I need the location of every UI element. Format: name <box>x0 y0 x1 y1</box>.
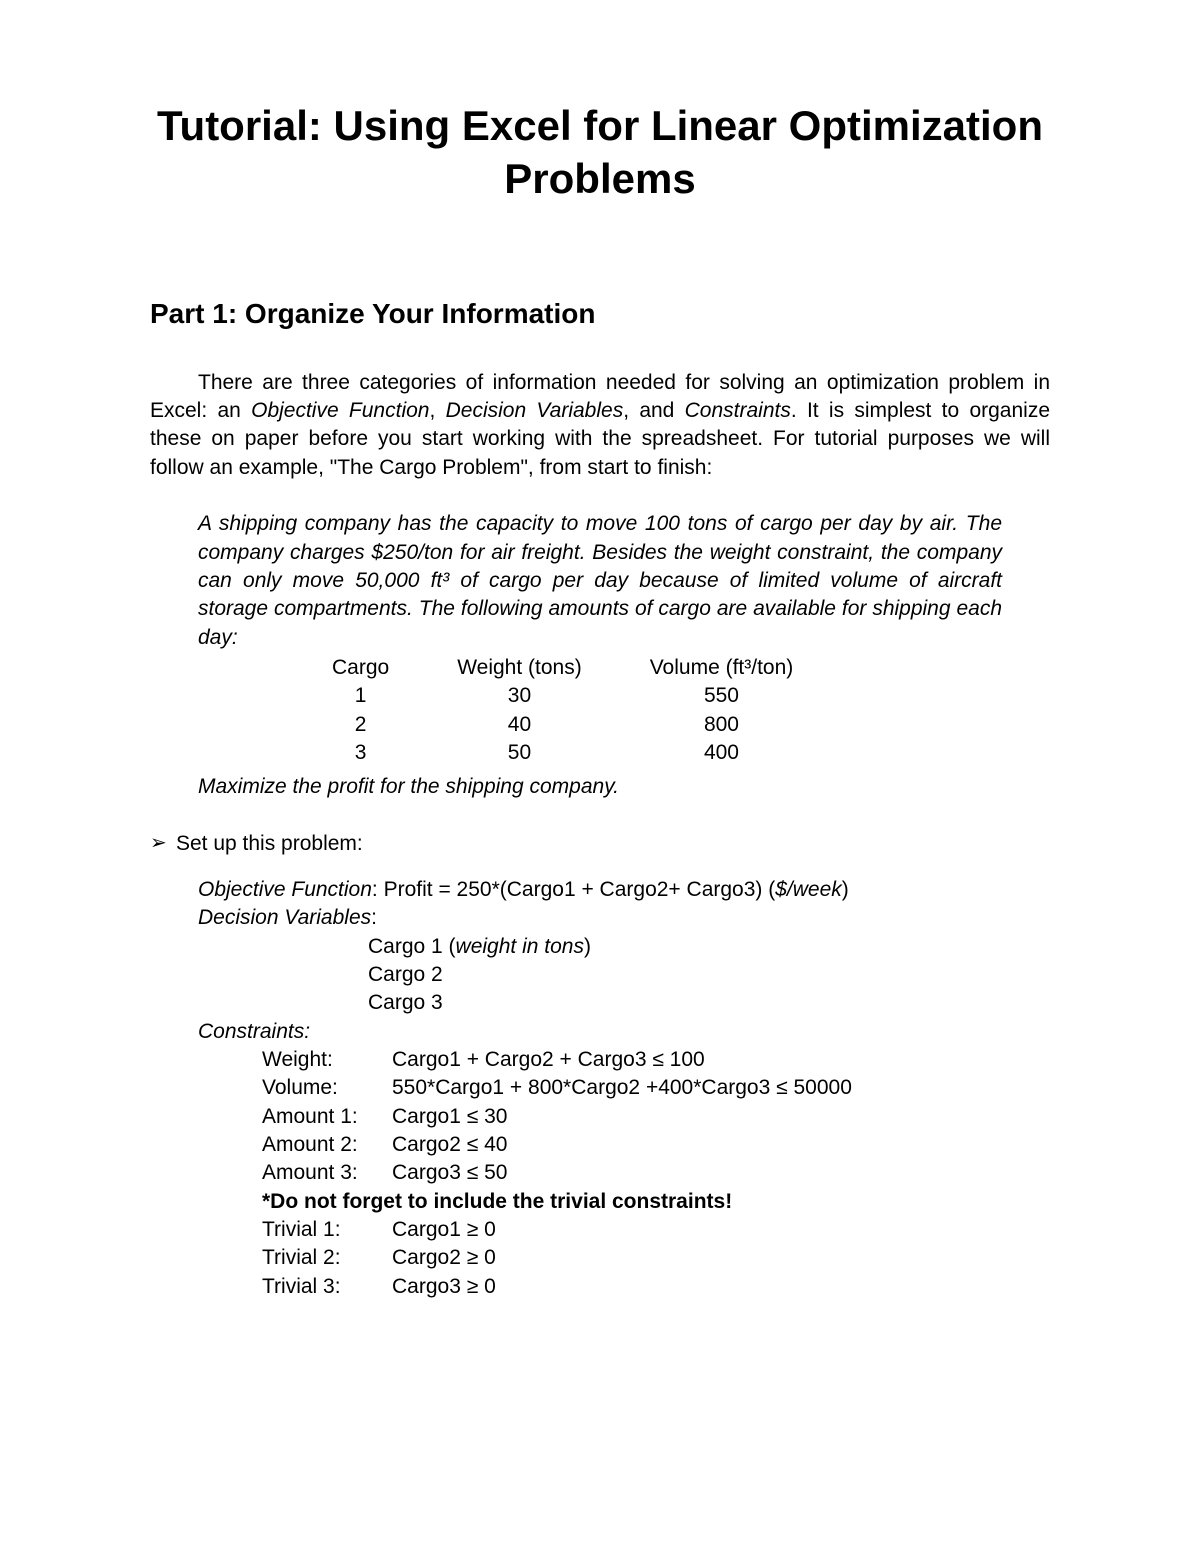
problem-statement: A shipping company has the capacity to m… <box>198 510 1002 767</box>
constraint-row: Amount 3: Cargo3 ≤ 50 <box>262 1159 1050 1187</box>
trivial-reminder: *Do not forget to include the trivial co… <box>262 1188 1050 1216</box>
constraint-row: Weight: Cargo1 + Cargo2 + Cargo3 ≤ 100 <box>262 1046 1050 1074</box>
table-header: Weight (tons) <box>423 654 616 682</box>
constraint-expr: 550*Cargo1 + 800*Cargo2 +400*Cargo3 ≤ 50… <box>392 1074 1050 1102</box>
table-cell: 3 <box>298 739 423 767</box>
intro-paragraph: There are three categories of informatio… <box>150 369 1050 482</box>
section-heading: Part 1: Organize Your Information <box>150 295 1050 333</box>
decision-vars-colon: : <box>371 906 377 929</box>
decision-var-3: Cargo 3 <box>368 989 1050 1017</box>
table-row: 2 40 800 <box>298 711 827 739</box>
objective-sep: : <box>372 878 384 901</box>
constraint-expr: Cargo3 ≥ 0 <box>392 1273 1050 1301</box>
decision-vars-label: Decision Variables <box>198 906 371 929</box>
table-header: Cargo <box>298 654 423 682</box>
constraint-expr: Cargo2 ≤ 40 <box>392 1131 1050 1159</box>
maximize-text: Maximize the profit for the shipping com… <box>198 773 1050 801</box>
arrow-bullet-icon: ➢ <box>150 830 176 857</box>
dv1-em: weight in tons <box>456 935 584 958</box>
constraint-name: Amount 2: <box>262 1131 392 1159</box>
constraint-row: Trivial 3: Cargo3 ≥ 0 <box>262 1273 1050 1301</box>
constraint-name: Weight: <box>262 1046 392 1074</box>
trivial-constraints-list: Trivial 1: Cargo1 ≥ 0 Trivial 2: Cargo2 … <box>262 1216 1050 1301</box>
table-cell: 2 <box>298 711 423 739</box>
table-cell: 30 <box>423 682 616 710</box>
constraint-name: Volume: <box>262 1074 392 1102</box>
cargo-table: Cargo Weight (tons) Volume (ft³/ton) 1 3… <box>298 654 827 767</box>
intro-sep1: , <box>429 399 445 422</box>
constraint-name: Amount 1: <box>262 1103 392 1131</box>
objective-label: Objective Function <box>198 878 372 901</box>
decision-var-2: Cargo 2 <box>368 961 1050 989</box>
objective-value-post: ) <box>842 878 849 901</box>
constraint-expr: Cargo1 + Cargo2 + Cargo3 ≤ 100 <box>392 1046 1050 1074</box>
intro-sep2: , and <box>623 399 684 422</box>
constraint-name: Trivial 3: <box>262 1273 392 1301</box>
table-cell: 400 <box>616 739 828 767</box>
constraint-row: Amount 2: Cargo2 ≤ 40 <box>262 1131 1050 1159</box>
table-header: Volume (ft³/ton) <box>616 654 828 682</box>
constraint-name: Trivial 2: <box>262 1244 392 1272</box>
table-cell: 50 <box>423 739 616 767</box>
setup-block: Objective Function: Profit = 250*(Cargo1… <box>198 876 1050 1301</box>
table-row: 1 30 550 <box>298 682 827 710</box>
table-row: Cargo Weight (tons) Volume (ft³/ton) <box>298 654 827 682</box>
term-constraints: Constraints <box>685 399 791 422</box>
constraint-name: Amount 3: <box>262 1159 392 1187</box>
objective-line: Objective Function: Profit = 250*(Cargo1… <box>198 876 1050 904</box>
constraint-expr: Cargo3 ≤ 50 <box>392 1159 1050 1187</box>
dv1-pre: Cargo 1 ( <box>368 935 456 958</box>
constraint-name: Trivial 1: <box>262 1216 392 1244</box>
objective-value-pre: Profit = 250*(Cargo1 + Cargo2+ Cargo3) ( <box>384 878 776 901</box>
term-objective-function: Objective Function <box>251 399 429 422</box>
objective-unit: $/week <box>775 878 842 901</box>
dv1-post: ) <box>584 935 591 958</box>
constraint-row: Amount 1: Cargo1 ≤ 30 <box>262 1103 1050 1131</box>
decision-vars-heading: Decision Variables: <box>198 904 1050 932</box>
table-cell: 1 <box>298 682 423 710</box>
setup-label: Set up this problem: <box>176 830 363 858</box>
constraints-colon: : <box>304 1020 310 1043</box>
problem-text: A shipping company has the capacity to m… <box>198 510 1002 652</box>
table-cell: 40 <box>423 711 616 739</box>
table-cell: 550 <box>616 682 828 710</box>
term-decision-variables: Decision Variables <box>446 399 624 422</box>
page-title: Tutorial: Using Excel for Linear Optimiz… <box>150 100 1050 205</box>
constraint-expr: Cargo1 ≥ 0 <box>392 1216 1050 1244</box>
decision-var-1: Cargo 1 (weight in tons) <box>368 933 1050 961</box>
table-cell: 800 <box>616 711 828 739</box>
constraints-list: Weight: Cargo1 + Cargo2 + Cargo3 ≤ 100 V… <box>262 1046 1050 1188</box>
constraint-row: Volume: 550*Cargo1 + 800*Cargo2 +400*Car… <box>262 1074 1050 1102</box>
constraint-expr: Cargo1 ≤ 30 <box>392 1103 1050 1131</box>
constraint-row: Trivial 1: Cargo1 ≥ 0 <box>262 1216 1050 1244</box>
constraints-label: Constraints <box>198 1020 304 1043</box>
setup-bullet: ➢ Set up this problem: <box>150 830 1050 858</box>
constraint-row: Trivial 2: Cargo2 ≥ 0 <box>262 1244 1050 1272</box>
constraints-heading: Constraints: <box>198 1018 1050 1046</box>
constraint-expr: Cargo2 ≥ 0 <box>392 1244 1050 1272</box>
table-row: 3 50 400 <box>298 739 827 767</box>
